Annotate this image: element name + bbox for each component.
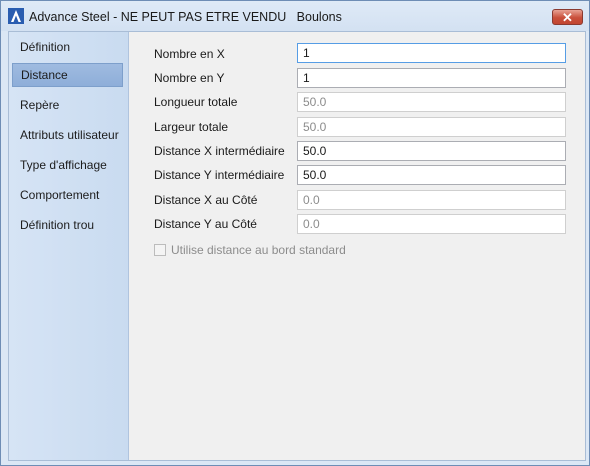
close-button[interactable]: ✕ — [552, 9, 583, 25]
distance-y-au-cote-label: Distance Y au Côté — [154, 217, 257, 231]
distance-y-intermediaire-input[interactable] — [297, 165, 566, 185]
sidebar-item-definition[interactable]: Définition — [12, 35, 123, 59]
standard-edge-distance-label: Utilise distance au bord standard — [171, 243, 346, 257]
sidebar-item-attributs-utilisateur[interactable]: Attributs utilisateur — [12, 123, 123, 147]
title-bar[interactable]: Advance Steel - NE PEUT PAS ETRE VENDU B… — [1, 1, 589, 31]
nombre-x-input[interactable] — [297, 43, 566, 63]
nombre-y-label: Nombre en Y — [154, 71, 225, 85]
largeur-totale-label: Largeur totale — [154, 120, 229, 134]
sidebar-item-comportement[interactable]: Comportement — [12, 183, 123, 207]
sidebar-item-definition-trou[interactable]: Définition trou — [12, 213, 123, 237]
nombre-x-label: Nombre en X — [154, 47, 225, 61]
sidebar-item-repere[interactable]: Repère — [12, 93, 123, 117]
largeur-totale-input — [297, 117, 566, 137]
advance-steel-logo-icon — [8, 8, 24, 24]
longueur-totale-label: Longueur totale — [154, 95, 238, 109]
distance-x-intermediaire-label: Distance X intermédiaire — [154, 144, 285, 158]
distance-y-au-cote-input — [297, 214, 566, 234]
sidebar: Définition Distance Repère Attributs uti… — [9, 32, 129, 460]
dialog-body: Définition Distance Repère Attributs uti… — [8, 31, 586, 461]
distance-x-intermediaire-input[interactable] — [297, 141, 566, 161]
window-title: Advance Steel - NE PEUT PAS ETRE VENDU B… — [29, 10, 342, 24]
standard-edge-distance-checkbox — [154, 244, 166, 256]
distance-panel: Nombre en X Nombre en Y Longueur totale … — [129, 32, 585, 460]
distance-x-au-cote-label: Distance X au Côté — [154, 193, 258, 207]
distance-x-au-cote-input — [297, 190, 566, 210]
close-icon: ✕ — [562, 10, 573, 25]
longueur-totale-input — [297, 92, 566, 112]
sidebar-item-distance[interactable]: Distance — [12, 63, 123, 87]
sidebar-item-type-affichage[interactable]: Type d'affichage — [12, 153, 123, 177]
nombre-y-input[interactable] — [297, 68, 566, 88]
dialog-window: Advance Steel - NE PEUT PAS ETRE VENDU B… — [0, 0, 590, 466]
distance-y-intermediaire-label: Distance Y intermédiaire — [154, 168, 285, 182]
